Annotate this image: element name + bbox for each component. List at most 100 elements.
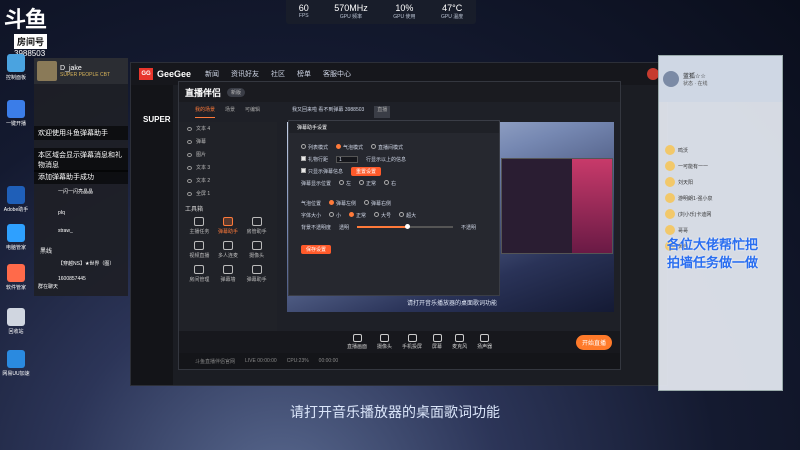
desktop-icon-label: Adobe助手 (3, 207, 29, 213)
tool-label: 主播任务 (189, 229, 210, 235)
avatar (665, 193, 675, 203)
opacity-row: 背景不透明度 透明 不透明 (289, 221, 499, 233)
desktop-icon-label: 一键开播 (5, 121, 26, 127)
opacity-slider[interactable] (357, 224, 454, 229)
source-icon (455, 334, 465, 342)
layer-label: 文本 2 (196, 178, 211, 184)
opacity-max-label: 不透明 (461, 224, 477, 231)
mode-room[interactable]: 直播间模式 (371, 143, 403, 151)
tool-button[interactable]: 房间管理 (185, 265, 214, 283)
lyric-text: 请打开音乐播放器的桌面歌词功能 (407, 301, 498, 307)
chat-line: 本区域会显示弹幕消息和礼物消息 (34, 148, 128, 172)
contact-item[interactable]: 鸣沃 (659, 142, 782, 158)
layer-item[interactable]: 全屏 1 (179, 187, 277, 200)
list-item[interactable]: 1600857445 (58, 276, 86, 282)
font-small[interactable]: 小 (329, 211, 341, 219)
tool-button[interactable]: 主播任务 (185, 217, 214, 235)
bubble-right[interactable]: 弹幕右侧 (364, 199, 391, 207)
tool-button[interactable]: 弹幕助手 (214, 217, 243, 235)
contact-item[interactable]: 一可能有一一 (659, 158, 782, 174)
tool-button[interactable]: 弹幕墙 (214, 265, 243, 283)
list-item[interactable]: 一闪一闪亮晶晶 (58, 188, 93, 195)
nav-friends[interactable]: 资讯好友 (231, 69, 259, 79)
douyu-watermark: 斗鱼 房间号 3988503 (4, 2, 60, 58)
layer-label: 全屏 1 (196, 191, 211, 197)
row-spacing-select[interactable]: 1 (336, 155, 359, 163)
tab-my-scene[interactable]: 我的场景 (195, 106, 216, 118)
layer-item[interactable]: 文本 4 (179, 122, 277, 135)
eye-icon[interactable] (187, 126, 192, 131)
start-live-button[interactable]: 开始直播 (575, 335, 612, 350)
pos-normal[interactable]: 正常 (359, 179, 376, 187)
mode-list[interactable]: 列表模式 (301, 143, 328, 151)
stat-gpu-usage: 10% GPU 使用 (393, 3, 416, 20)
mode-bubble[interactable]: 气泡模式 (336, 143, 363, 151)
eye-icon[interactable] (187, 152, 192, 157)
chat-footer[interactable]: 群在聊天 (38, 283, 58, 290)
show-only-checkbox[interactable]: 只显示弹幕信息 (301, 167, 343, 175)
contact-item[interactable]: 游明朗1·强小泉 (659, 190, 782, 206)
geegee-logo-icon: GG (139, 68, 153, 80)
list-item[interactable]: pIq (58, 210, 65, 216)
section-label: 黑线 (40, 249, 53, 255)
source-button[interactable]: 手机投屏 (402, 334, 422, 350)
eye-icon[interactable] (187, 139, 192, 144)
overlay-text: 拍墙任务做一做 (667, 255, 759, 270)
tool-button[interactable]: 弹幕助手 (242, 265, 271, 283)
font-normal[interactable]: 正常 (349, 211, 366, 219)
bubble-left[interactable]: 弹幕左侧 (329, 199, 356, 207)
desktop-icon[interactable]: 电脑管家 (0, 224, 32, 251)
font-xlarge[interactable]: 超大 (399, 211, 416, 219)
pos-right[interactable]: 右 (384, 179, 396, 187)
source-button[interactable]: 扬声器 (477, 334, 492, 350)
tool-label: 多人连麦 (217, 253, 238, 259)
nav-support[interactable]: 客服中心 (323, 69, 351, 79)
save-button[interactable]: 保存设置 (301, 244, 332, 254)
layer-item[interactable]: 弹幕 (179, 135, 277, 148)
row-spacing-row: 礼物行距 1 行显示以上的信息 (289, 153, 499, 165)
source-button[interactable]: 直播画面 (347, 334, 367, 350)
tool-button[interactable]: 视频直播 (185, 241, 214, 259)
layer-item[interactable]: 文本 2 (179, 174, 277, 187)
pos-left[interactable]: 左 (339, 179, 351, 187)
position-row: 弹幕显示位置 左 正常 右 (289, 177, 499, 189)
tool-button[interactable]: 摄像头 (242, 241, 271, 259)
eye-icon[interactable] (187, 165, 192, 170)
layer-item[interactable]: 图片 (179, 148, 277, 161)
reset-button[interactable]: 重置设置 (351, 166, 382, 176)
list-item[interactable]: straw_ (58, 228, 73, 234)
source-icon (380, 334, 390, 342)
desktop-icon[interactable]: 控制面板 (0, 54, 32, 81)
nav-rankings[interactable]: 榜单 (297, 69, 311, 79)
list-item[interactable]: 【穿越NS】★世界（图） (58, 260, 114, 267)
desktop-icon[interactable]: 软件管家 (0, 264, 32, 291)
font-large[interactable]: 大号 (374, 211, 391, 219)
desktop-icon[interactable]: Adobe助手 (0, 186, 32, 213)
tab-scene[interactable]: 场景 (225, 106, 235, 118)
desktop-icon[interactable]: 一键开播 (0, 100, 32, 127)
source-button[interactable]: 摄像头 (377, 334, 392, 350)
desktop-icon-label: 软件管家 (5, 285, 26, 291)
contact-item[interactable]: (刘小乐)卡迪网 (659, 206, 782, 222)
avatar[interactable] (663, 71, 679, 87)
tool-button[interactable]: 多人连麦 (214, 241, 243, 259)
nav-news[interactable]: 新闻 (205, 69, 219, 79)
contact-item[interactable]: 刘天阳 (659, 174, 782, 190)
eye-icon[interactable] (187, 191, 192, 196)
eye-icon[interactable] (187, 178, 192, 183)
douyu-logo: 斗鱼 (4, 7, 47, 32)
qq-user-status: 状态 · 在线 (683, 81, 708, 87)
status-text: 00:00:00 (318, 358, 339, 364)
source-icon (432, 334, 442, 342)
tool-button[interactable]: 房管助手 (242, 217, 271, 235)
preview-thumbnail (501, 158, 613, 254)
desktop-icon[interactable]: 网易UU加速 (0, 350, 32, 377)
source-button[interactable]: 麦克风 (452, 334, 467, 350)
nav-community[interactable]: 社区 (271, 69, 285, 79)
layer-item[interactable]: 文本 3 (179, 161, 277, 174)
desktop-icon[interactable]: 回收站 (0, 308, 32, 335)
overlay-text: 各位大佬帮忙把 (667, 237, 759, 252)
lyric-subtitle: 请打开音乐播放器的桌面歌词功能 (290, 404, 500, 420)
source-button[interactable]: 屏幕 (432, 334, 442, 350)
tab-editable[interactable]: 可编辑 (245, 106, 260, 118)
